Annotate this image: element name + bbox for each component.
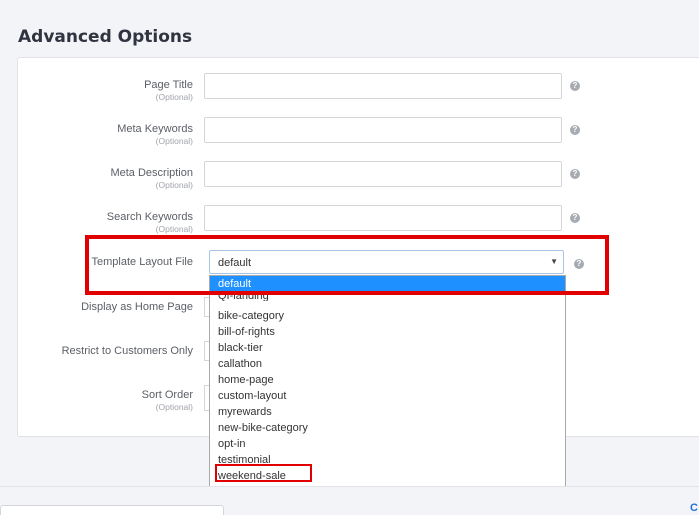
dropdown-option-myrewards[interactable]: myrewards <box>210 404 565 420</box>
search-keywords-input[interactable] <box>204 205 562 231</box>
meta-keywords-label: Meta Keywords (Optional) <box>117 123 193 147</box>
sort-order-label: Sort Order (Optional) <box>142 389 193 413</box>
display-home-label: Display as Home Page <box>81 301 193 314</box>
refresh-icon[interactable]: C <box>690 502 698 514</box>
dropdown-option-callathon[interactable]: callathon <box>210 356 565 372</box>
meta-description-help-icon[interactable]: ? <box>570 169 580 179</box>
dropdown-option-custom-layout[interactable]: custom-layout <box>210 388 565 404</box>
meta-description-optional: (Optional) <box>155 180 193 190</box>
meta-keywords-help-icon[interactable]: ? <box>570 125 580 135</box>
restrict-customers-label-text: Restrict to Customers Only <box>61 345 193 357</box>
sort-order-label-text: Sort Order <box>141 389 193 401</box>
search-keywords-optional: (Optional) <box>155 224 193 234</box>
page-title-label: Page Title (Optional) <box>144 79 193 103</box>
display-home-label-text: Display as Home Page <box>81 301 193 313</box>
dropdown-option-opt-in[interactable]: opt-in <box>210 436 565 452</box>
search-keywords-label-text: Search Keywords <box>106 211 193 223</box>
page-title-optional: (Optional) <box>155 92 193 102</box>
dropdown-option-black-tier[interactable]: black-tier <box>210 340 565 356</box>
dropdown-option-bike-category[interactable]: bike-category <box>210 308 565 324</box>
section-title: Advanced Options <box>18 27 193 47</box>
search-keywords-help-icon[interactable]: ? <box>570 213 580 223</box>
sort-order-optional: (Optional) <box>155 402 193 412</box>
dropdown-option-new-bike-category[interactable]: new-bike-category <box>210 420 565 436</box>
page-title-input[interactable] <box>204 73 562 99</box>
meta-keywords-label-text: Meta Keywords <box>117 123 193 135</box>
dropdown-option-home-page[interactable]: home-page <box>210 372 565 388</box>
restrict-customers-label: Restrict to Customers Only <box>62 345 193 358</box>
weekend-sale-highlight <box>215 464 312 482</box>
dropdown-option-bill-of-rights[interactable]: bill-of-rights <box>210 324 565 340</box>
search-keywords-label: Search Keywords (Optional) <box>107 211 193 235</box>
template-layout-highlight <box>85 235 609 295</box>
meta-description-input[interactable] <box>204 161 562 187</box>
meta-keywords-input[interactable] <box>204 117 562 143</box>
meta-keywords-optional: (Optional) <box>155 136 193 146</box>
page-title-label-text: Page Title <box>144 79 193 91</box>
page-title-help-icon[interactable]: ? <box>570 81 580 91</box>
meta-description-label-text: Meta Description <box>110 167 193 179</box>
meta-description-label: Meta Description (Optional) <box>110 167 193 191</box>
